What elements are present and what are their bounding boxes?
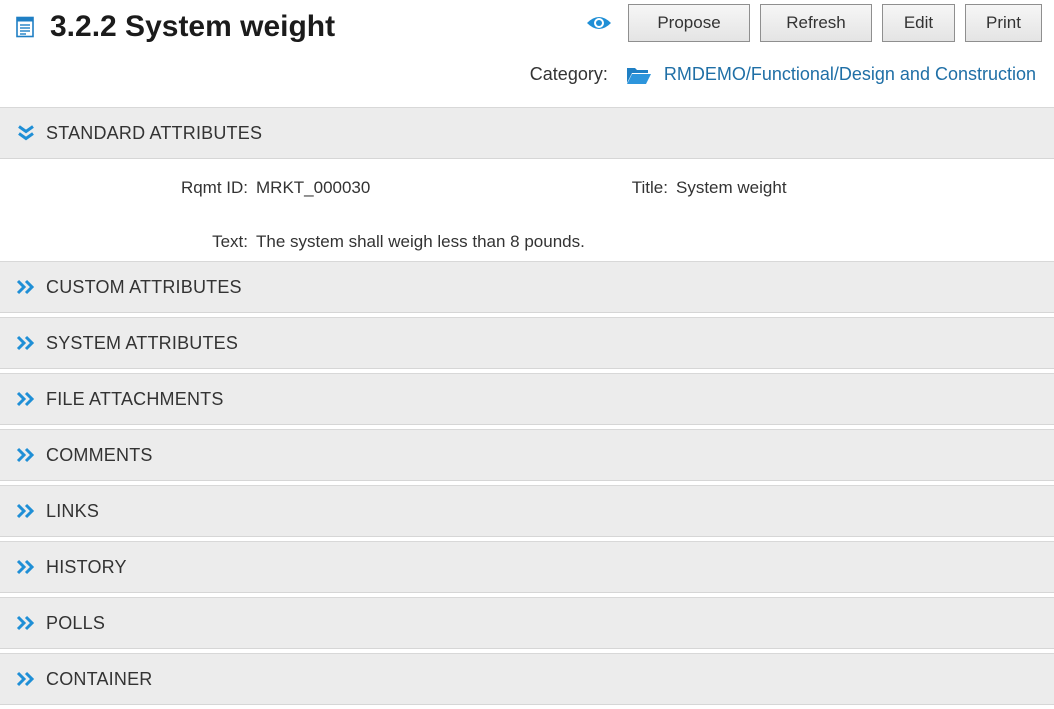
text-value: The system shall weigh less than 8 pound… [256,232,585,251]
chevron-right-double-icon [16,559,36,575]
folder-open-icon [626,65,652,85]
chevron-right-double-icon [16,615,36,631]
section-label: FILE ATTACHMENTS [46,388,224,409]
category-path-link[interactable]: RMDEMO/Functional/Design and Constructio… [664,64,1036,85]
title-label: Title: [631,178,668,197]
sections-container: STANDARD ATTRIBUTES Rqmt ID: MRKT_000030… [0,107,1054,709]
section-custom-attributes[interactable]: CUSTOM ATTRIBUTES [0,261,1054,313]
title-field: Title: System weight [480,178,787,198]
category-label: Category: [529,64,608,84]
toolbar: Propose Refresh Edit Print [586,4,1042,42]
section-history[interactable]: HISTORY [0,541,1054,593]
standard-attributes-body: Rqmt ID: MRKT_000030 Title: System weigh… [0,159,1054,258]
section-standard-attributes[interactable]: STANDARD ATTRIBUTES [0,107,1054,159]
document-icon [14,16,36,38]
section-label: POLLS [46,612,106,633]
section-polls[interactable]: POLLS [0,597,1054,649]
page-header: 3.2.2 System weight Propose Refresh Edit… [0,0,1054,84]
section-label: SYSTEM ATTRIBUTES [46,332,239,353]
chevron-right-double-icon [16,503,36,519]
section-label: LINKS [46,500,100,521]
section-label: CONTAINER [46,668,153,689]
rqmt-id-label: Rqmt ID: [180,178,248,197]
chevron-down-double-icon [16,125,36,141]
section-comments[interactable]: COMMENTS [0,429,1054,481]
section-system-attributes[interactable]: SYSTEM ATTRIBUTES [0,317,1054,369]
section-label: COMMENTS [46,444,153,465]
page-title: 3.2.2 System weight [50,10,336,43]
title-area: 3.2.2 System weight [14,6,335,48]
refresh-button[interactable]: Refresh [760,4,872,42]
category-row: Category: RMDEMO/Functional/Design and C… [530,64,1036,85]
title-value: System weight [676,178,787,197]
section-container[interactable]: CONTAINER [0,653,1054,705]
chevron-right-double-icon [16,391,36,407]
chevron-right-double-icon [16,447,36,463]
edit-button[interactable]: Edit [882,4,955,42]
text-field: Text: The system shall weigh less than 8… [60,232,585,252]
rqmt-id-field: Rqmt ID: MRKT_000030 [60,178,370,198]
chevron-right-double-icon [16,335,36,351]
text-label: Text: [212,232,248,251]
section-file-attachments[interactable]: FILE ATTACHMENTS [0,373,1054,425]
section-label: HISTORY [46,556,127,577]
chevron-right-double-icon [16,279,36,295]
chevron-right-double-icon [16,671,36,687]
propose-button[interactable]: Propose [628,4,750,42]
rqmt-id-value: MRKT_000030 [256,178,371,197]
section-label: CUSTOM ATTRIBUTES [46,276,242,297]
eye-icon[interactable] [586,14,612,32]
section-label: STANDARD ATTRIBUTES [46,122,263,143]
print-button[interactable]: Print [965,4,1042,42]
section-links[interactable]: LINKS [0,485,1054,537]
